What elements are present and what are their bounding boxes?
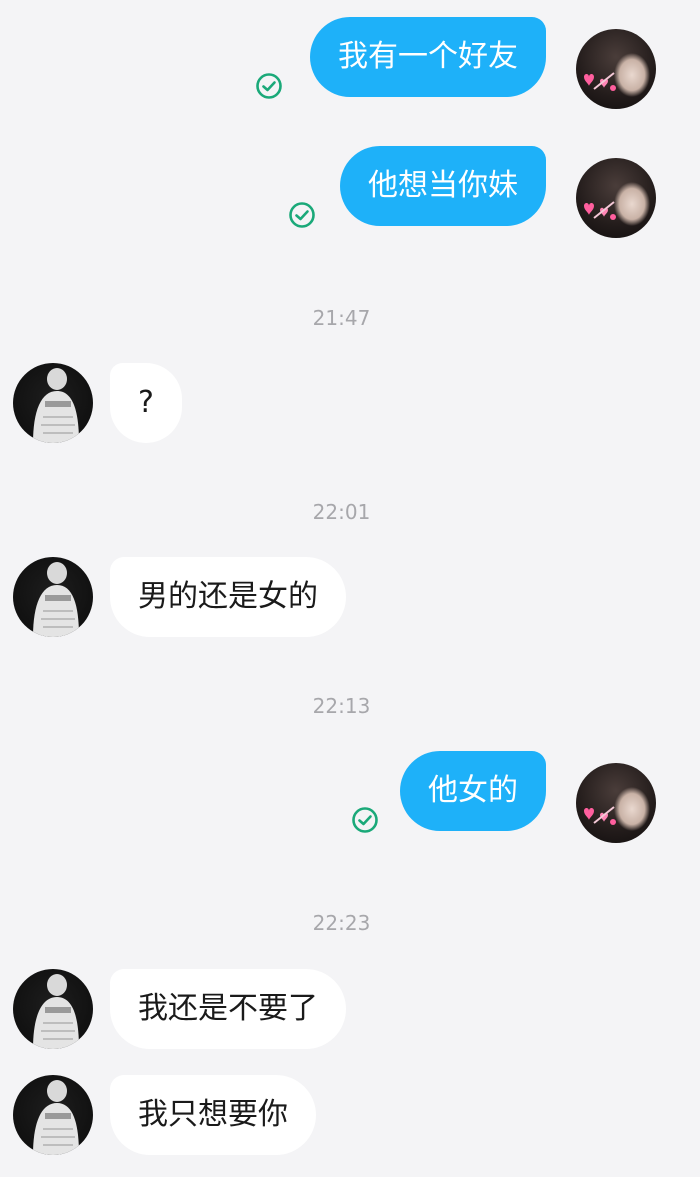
message-bubble[interactable]: 他想当你妹 xyxy=(340,146,546,226)
message-row-outgoing: 他女的 xyxy=(0,750,700,843)
timestamp: 22:13 xyxy=(312,694,371,718)
my-avatar[interactable] xyxy=(576,158,656,238)
check-circle-icon xyxy=(256,73,282,99)
check-circle-icon xyxy=(289,202,315,228)
message-bubble[interactable]: 我有一个好友 xyxy=(310,17,546,97)
heart-sticker-icon xyxy=(584,806,616,825)
message-row-incoming: 男的还是女的 xyxy=(0,556,700,640)
message-row-incoming: 我只想要你 xyxy=(0,1074,700,1158)
contact-avatar[interactable] xyxy=(13,363,93,443)
contact-avatar[interactable] xyxy=(13,557,93,637)
timestamp: 22:01 xyxy=(312,500,371,524)
message-bubble[interactable]: 我只想要你 xyxy=(110,1075,316,1155)
message-bubble[interactable]: ? xyxy=(110,363,182,443)
message-row-incoming: 我还是不要了 xyxy=(0,968,700,1052)
timestamp: 22:23 xyxy=(312,911,371,935)
my-avatar[interactable] xyxy=(576,763,656,843)
heart-sticker-icon xyxy=(584,201,616,220)
my-avatar[interactable] xyxy=(576,29,656,109)
message-bubble[interactable]: 我还是不要了 xyxy=(110,969,346,1049)
contact-avatar[interactable] xyxy=(13,1075,93,1155)
contact-avatar-photo xyxy=(33,562,79,637)
check-circle-icon xyxy=(352,807,378,833)
contact-avatar[interactable] xyxy=(13,969,93,1049)
heart-sticker-icon xyxy=(584,72,616,91)
message-bubble[interactable]: 男的还是女的 xyxy=(110,557,346,637)
contact-avatar-photo xyxy=(33,1080,79,1155)
message-bubble[interactable]: 他女的 xyxy=(400,751,546,831)
message-row-outgoing: 他想当你妹 xyxy=(0,145,700,238)
contact-avatar-photo xyxy=(33,368,79,443)
timestamp: 21:47 xyxy=(312,306,371,330)
message-row-incoming: ? xyxy=(0,362,700,446)
contact-avatar-photo xyxy=(33,974,79,1049)
message-row-outgoing: 我有一个好友 xyxy=(0,16,700,109)
